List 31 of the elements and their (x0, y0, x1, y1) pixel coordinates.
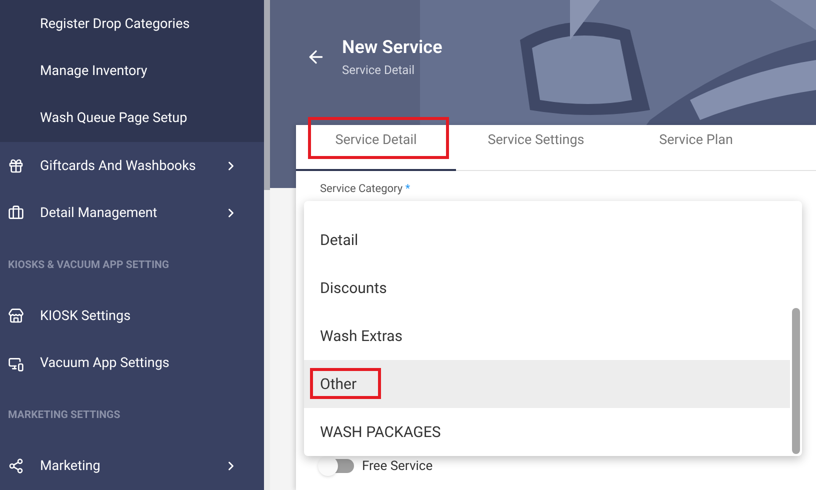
sidebar-item[interactable]: Marketing (0, 442, 264, 490)
share-icon (8, 458, 24, 474)
dropdown-option[interactable]: Wash Extras (304, 312, 790, 360)
toggle-label: Free Service (362, 458, 433, 476)
scrollbar-thumb[interactable] (792, 308, 800, 454)
sidebar-item[interactable]: KIOSK Settings (0, 292, 264, 340)
section-heading: KIOSKS & VACUUM APP SETTING (8, 256, 170, 273)
scrollbar-thumb[interactable] (264, 0, 270, 190)
section-heading: MARKETING SETTINGS (8, 407, 120, 423)
sidebar-item[interactable]: Detail Management (0, 190, 264, 238)
sidebar-subitem[interactable]: Register Drop Categories (0, 0, 264, 48)
tab[interactable]: Service Settings (456, 125, 616, 171)
dropdown-option[interactable]: WASH PACKAGES (304, 408, 790, 456)
sidebar-subitem[interactable]: Wash Queue Page Setup (0, 94, 264, 142)
highlight-frame (310, 368, 381, 399)
sidebar-subitem[interactable]: Manage Inventory (0, 47, 264, 95)
page-title: New Service (342, 37, 442, 59)
tab[interactable]: Service Detail (296, 125, 456, 171)
toggle-switch[interactable] (320, 459, 354, 474)
gift-icon (8, 158, 24, 174)
dropdown-option[interactable]: Detail (304, 216, 790, 264)
dropdown-option[interactable]: Other (304, 360, 790, 408)
sidebar-item[interactable]: Giftcards And Washbooks (0, 142, 264, 190)
field-label: Service Category * (320, 182, 410, 195)
dropdown-option[interactable]: Discounts (304, 264, 790, 312)
sidebar-item[interactable]: Vacuum App Settings (0, 340, 264, 388)
store-icon (8, 308, 24, 324)
page-subtitle: Service Detail (342, 62, 416, 79)
devices-icon (8, 356, 24, 372)
briefcase-icon (8, 205, 24, 222)
tab[interactable]: Service Plan (616, 125, 776, 171)
